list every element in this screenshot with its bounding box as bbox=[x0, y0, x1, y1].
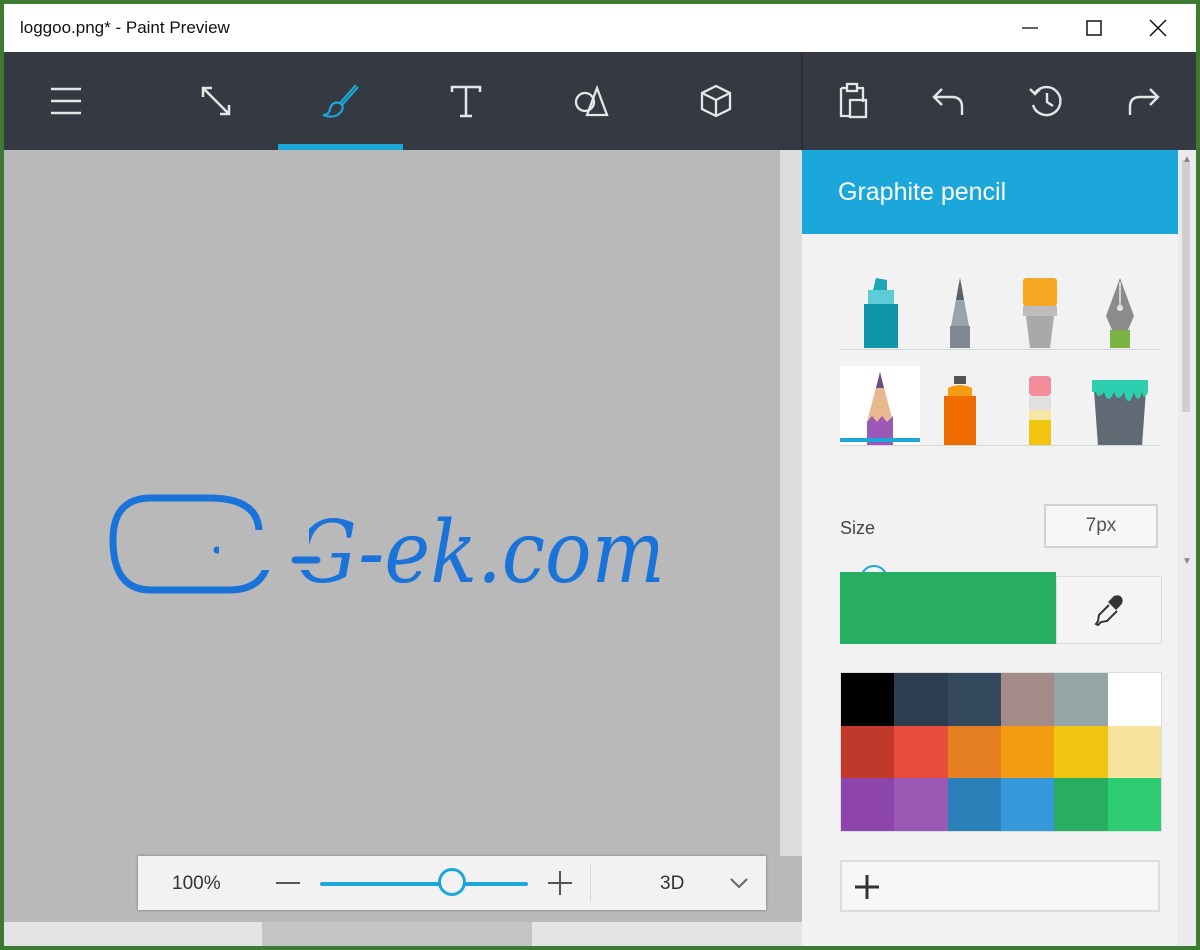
toolbar bbox=[4, 52, 1196, 150]
color-swatch[interactable] bbox=[1054, 725, 1108, 779]
window-title: loggoo.png* - Paint Preview bbox=[20, 18, 230, 37]
view-mode-label[interactable]: 3D bbox=[660, 873, 684, 895]
zoom-bar-separator bbox=[590, 864, 591, 902]
marker-icon bbox=[864, 278, 898, 348]
panel-scrollbar-thumb[interactable] bbox=[1182, 160, 1190, 412]
calligraphy-pen-icon bbox=[950, 278, 970, 348]
color-swatch[interactable] bbox=[1000, 673, 1055, 726]
spray-can-icon bbox=[944, 376, 976, 446]
zoom-bar: 100% 3D bbox=[138, 856, 766, 910]
paint-window: loggoo.png* - Paint Preview G-ek.com 100… bbox=[4, 4, 1196, 946]
color-swatch[interactable] bbox=[1000, 725, 1055, 779]
pencil-icon bbox=[867, 372, 893, 446]
shapes-icon bbox=[574, 84, 609, 117]
chevron-down-icon[interactable] bbox=[728, 874, 750, 892]
paste-button[interactable] bbox=[804, 52, 900, 150]
color-swatch[interactable] bbox=[841, 673, 895, 726]
color-swatch[interactable] bbox=[894, 673, 948, 726]
color-swatch[interactable] bbox=[841, 778, 895, 831]
eraser-icon bbox=[1029, 376, 1051, 446]
brush-fountain-pen[interactable] bbox=[1080, 268, 1160, 348]
color-swatch[interactable] bbox=[1000, 778, 1055, 831]
hamburger-menu-icon bbox=[51, 87, 81, 115]
text-icon bbox=[450, 85, 482, 118]
color-swatch[interactable] bbox=[947, 673, 1001, 726]
redo-icon bbox=[1128, 88, 1160, 115]
brush-spray-can[interactable] bbox=[920, 366, 1000, 446]
panel-header: Graphite pencil bbox=[802, 150, 1178, 234]
canvas-area[interactable]: G-ek.com 100% 3D bbox=[4, 150, 802, 946]
brushes-button[interactable] bbox=[278, 52, 402, 150]
size-input[interactable]: 7px bbox=[1044, 504, 1158, 548]
color-swatch[interactable] bbox=[947, 778, 1001, 831]
color-swatch[interactable] bbox=[1107, 778, 1161, 831]
zoom-slider[interactable] bbox=[320, 882, 528, 886]
text-button[interactable] bbox=[404, 52, 528, 150]
zoom-out-icon[interactable] bbox=[274, 870, 302, 896]
redo-button[interactable] bbox=[1096, 52, 1192, 150]
maximize-icon bbox=[1086, 20, 1102, 36]
canvas-button[interactable] bbox=[154, 52, 278, 150]
maximize-button[interactable] bbox=[1062, 4, 1126, 52]
scroll-down-arrow-icon[interactable]: ▼ bbox=[1182, 556, 1192, 567]
brush-row-divider-2 bbox=[840, 445, 1160, 446]
scroll-up-arrow-icon[interactable]: ▲ bbox=[1182, 154, 1192, 165]
color-swatch[interactable] bbox=[1107, 725, 1161, 779]
brush-fill[interactable] bbox=[1080, 366, 1160, 446]
logo-text: G-ek.com bbox=[295, 503, 665, 603]
title-bar: loggoo.png* - Paint Preview bbox=[4, 4, 1196, 52]
menu-button[interactable] bbox=[4, 52, 128, 150]
brush-graphite-pencil[interactable] bbox=[840, 366, 920, 446]
close-icon bbox=[1149, 19, 1167, 37]
3d-objects-button[interactable] bbox=[654, 52, 778, 150]
current-color-swatch[interactable] bbox=[840, 572, 1056, 644]
color-palette bbox=[840, 672, 1162, 832]
minimize-icon bbox=[1022, 27, 1038, 29]
paste-icon bbox=[839, 82, 868, 119]
cube-icon bbox=[700, 84, 732, 118]
brush-oil-brush[interactable] bbox=[1000, 268, 1080, 348]
color-swatch[interactable] bbox=[1054, 673, 1108, 726]
brush-marker[interactable] bbox=[840, 268, 920, 348]
brush-eraser[interactable] bbox=[1000, 366, 1080, 446]
brush-icon bbox=[322, 84, 359, 118]
zoom-in-icon[interactable] bbox=[546, 869, 574, 897]
zoom-value: 100% bbox=[172, 873, 221, 894]
color-swatch[interactable] bbox=[947, 725, 1001, 779]
2d-shapes-button[interactable] bbox=[530, 52, 654, 150]
brush-row-divider bbox=[840, 349, 1160, 350]
expand-canvas-icon bbox=[201, 86, 231, 116]
canvas-drawing-logo: G-ek.com bbox=[109, 494, 665, 603]
canvas-horizontal-scrollbar-thumb[interactable] bbox=[262, 922, 532, 946]
plus-icon bbox=[855, 875, 879, 899]
history-button[interactable] bbox=[998, 52, 1094, 150]
brush-panel: Graphite pencil Size 7px ▲ ▼ bbox=[802, 150, 1196, 946]
zoom-slider-thumb[interactable] bbox=[438, 868, 466, 896]
eyedropper-button[interactable] bbox=[1056, 576, 1162, 644]
color-swatch[interactable] bbox=[894, 778, 948, 831]
oil-brush-icon bbox=[1023, 278, 1057, 348]
undo-icon bbox=[932, 88, 964, 115]
brush-calligraphy-pen[interactable] bbox=[920, 268, 1000, 348]
fountain-pen-icon bbox=[1106, 278, 1134, 348]
add-color-button[interactable] bbox=[840, 860, 1160, 912]
minimize-button[interactable] bbox=[998, 4, 1062, 52]
history-icon bbox=[1029, 85, 1062, 117]
paint-bucket-icon bbox=[1092, 380, 1148, 446]
close-button[interactable] bbox=[1126, 4, 1190, 52]
toolbar-separator bbox=[801, 52, 803, 150]
color-swatch[interactable] bbox=[1054, 778, 1108, 831]
size-label: Size bbox=[840, 518, 876, 538]
color-swatch[interactable] bbox=[841, 725, 895, 779]
eyedropper-icon bbox=[1094, 595, 1123, 626]
color-swatch[interactable] bbox=[894, 725, 948, 779]
panel-title: Graphite pencil bbox=[838, 178, 1007, 206]
color-swatch[interactable] bbox=[1107, 673, 1161, 726]
undo-button[interactable] bbox=[900, 52, 996, 150]
selected-brush-indicator bbox=[840, 438, 920, 442]
canvas-vertical-scrollbar[interactable] bbox=[780, 150, 802, 856]
